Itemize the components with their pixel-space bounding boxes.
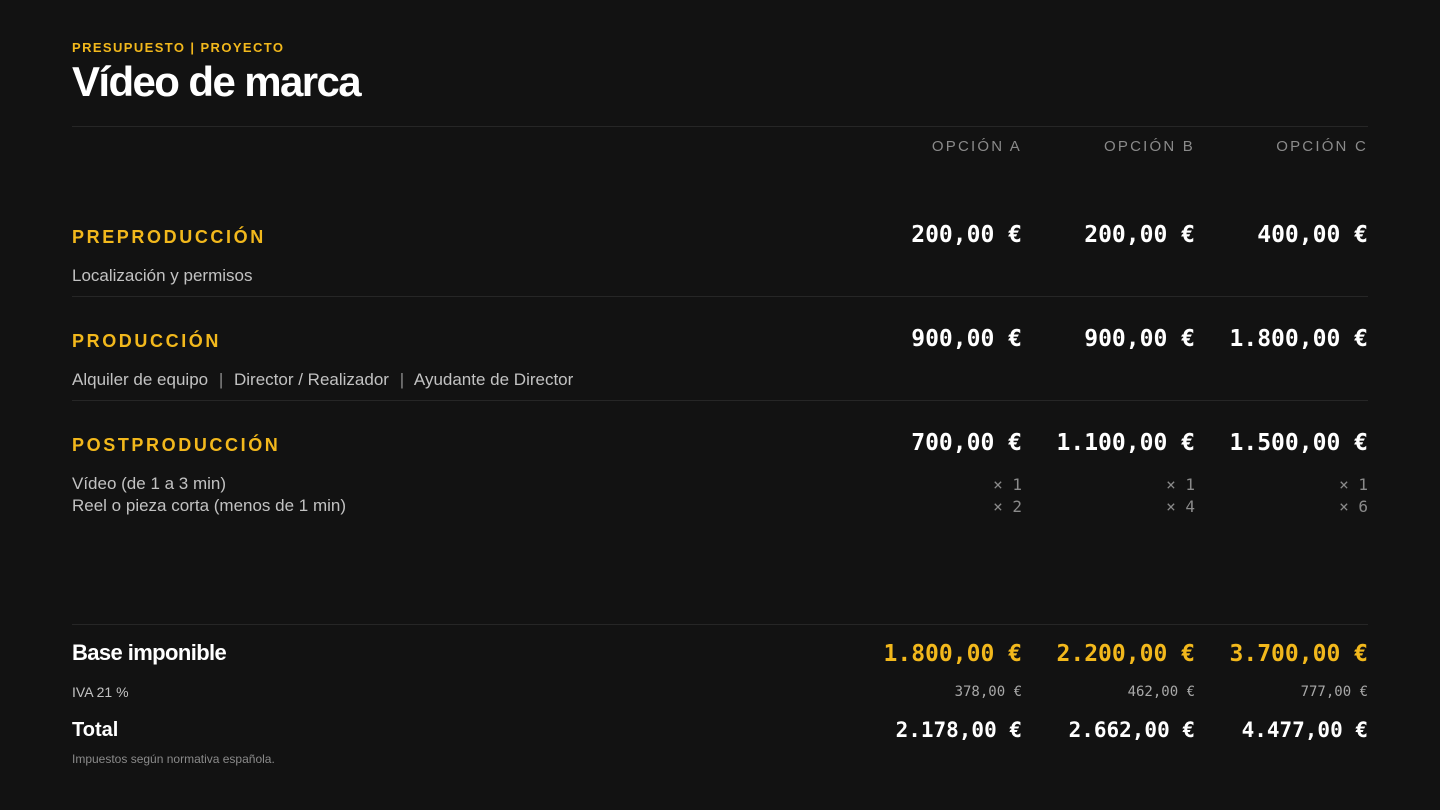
base-imponible-label: Base imponible — [72, 640, 227, 665]
reel-qty-a: × 2 — [993, 497, 1022, 516]
preproduccion-price-a: 200,00 € — [911, 222, 1022, 248]
option-a-header: OPCIÓN A — [931, 138, 1022, 155]
produccion-item: Director / Realizador — [234, 370, 389, 389]
postproduccion-price-b: 1.100,00 € — [1056, 430, 1195, 456]
page-eyebrow: PRESUPUESTO | PROYECTO — [72, 40, 285, 55]
produccion-item: Ayudante de Director — [413, 370, 574, 389]
produccion-price-a: 900,00 € — [911, 326, 1022, 352]
iva-value-b: 462,00 € — [1127, 684, 1195, 700]
item-separator: | — [399, 370, 405, 389]
total-value-c: 4.477,00 € — [1241, 718, 1368, 742]
preproduccion-price-b: 200,00 € — [1084, 222, 1195, 248]
produccion-price-c: 1.800,00 € — [1229, 326, 1368, 352]
budget-page: PRESUPUESTO | PROYECTO Vídeo de marca OP… — [72, 0, 1368, 810]
section-preproduccion-title: PREPRODUCCIÓN — [72, 227, 266, 247]
reel-qty-b: × 4 — [1166, 497, 1195, 516]
total-value-a: 2.178,00 € — [895, 718, 1022, 742]
base-imponible-a: 1.800,00 € — [883, 641, 1022, 667]
iva-value-c: 777,00 € — [1300, 684, 1368, 700]
reel-qty-c: × 6 — [1339, 497, 1368, 516]
produccion-price-b: 900,00 € — [1084, 326, 1195, 352]
option-b-header: OPCIÓN B — [1104, 138, 1195, 155]
postproduccion-item-reel: Reel o pieza corta (menos de 1 min) — [72, 496, 347, 515]
section-produccion-title: PRODUCCIÓN — [72, 331, 222, 351]
produccion-items: Alquiler de equipo | Director / Realizad… — [72, 370, 573, 390]
preproduccion-items: Localización y permisos — [72, 266, 252, 286]
tax-note: Impuestos según normativa española. — [72, 752, 275, 766]
postproduccion-price-c: 1.500,00 € — [1229, 430, 1368, 456]
video-qty-c: × 1 — [1339, 475, 1368, 494]
section-divider — [72, 400, 1368, 401]
option-c-header: OPCIÓN C — [1276, 138, 1368, 155]
base-imponible-b: 2.200,00 € — [1056, 641, 1195, 667]
preproduccion-item: Localización y permisos — [72, 266, 253, 285]
base-imponible-c: 3.700,00 € — [1229, 641, 1368, 667]
item-separator: | — [218, 370, 224, 389]
header-divider — [72, 126, 1368, 127]
postproduccion-item-video: Vídeo (de 1 a 3 min) — [72, 474, 227, 493]
total-label: Total — [72, 719, 119, 741]
produccion-item: Alquiler de equipo — [72, 370, 209, 389]
total-value-b: 2.662,00 € — [1068, 718, 1195, 742]
preproduccion-price-c: 400,00 € — [1257, 222, 1368, 248]
summary-divider — [72, 624, 1368, 625]
section-postproduccion-title: POSTPRODUCCIÓN — [72, 435, 281, 455]
iva-value-a: 378,00 € — [954, 684, 1022, 700]
page-title: Vídeo de marca — [72, 58, 362, 105]
iva-label: IVA 21 % — [72, 684, 129, 700]
video-qty-a: × 1 — [993, 475, 1022, 494]
video-qty-b: × 1 — [1166, 475, 1195, 494]
postproduccion-price-a: 700,00 € — [911, 430, 1022, 456]
section-divider — [72, 296, 1368, 297]
